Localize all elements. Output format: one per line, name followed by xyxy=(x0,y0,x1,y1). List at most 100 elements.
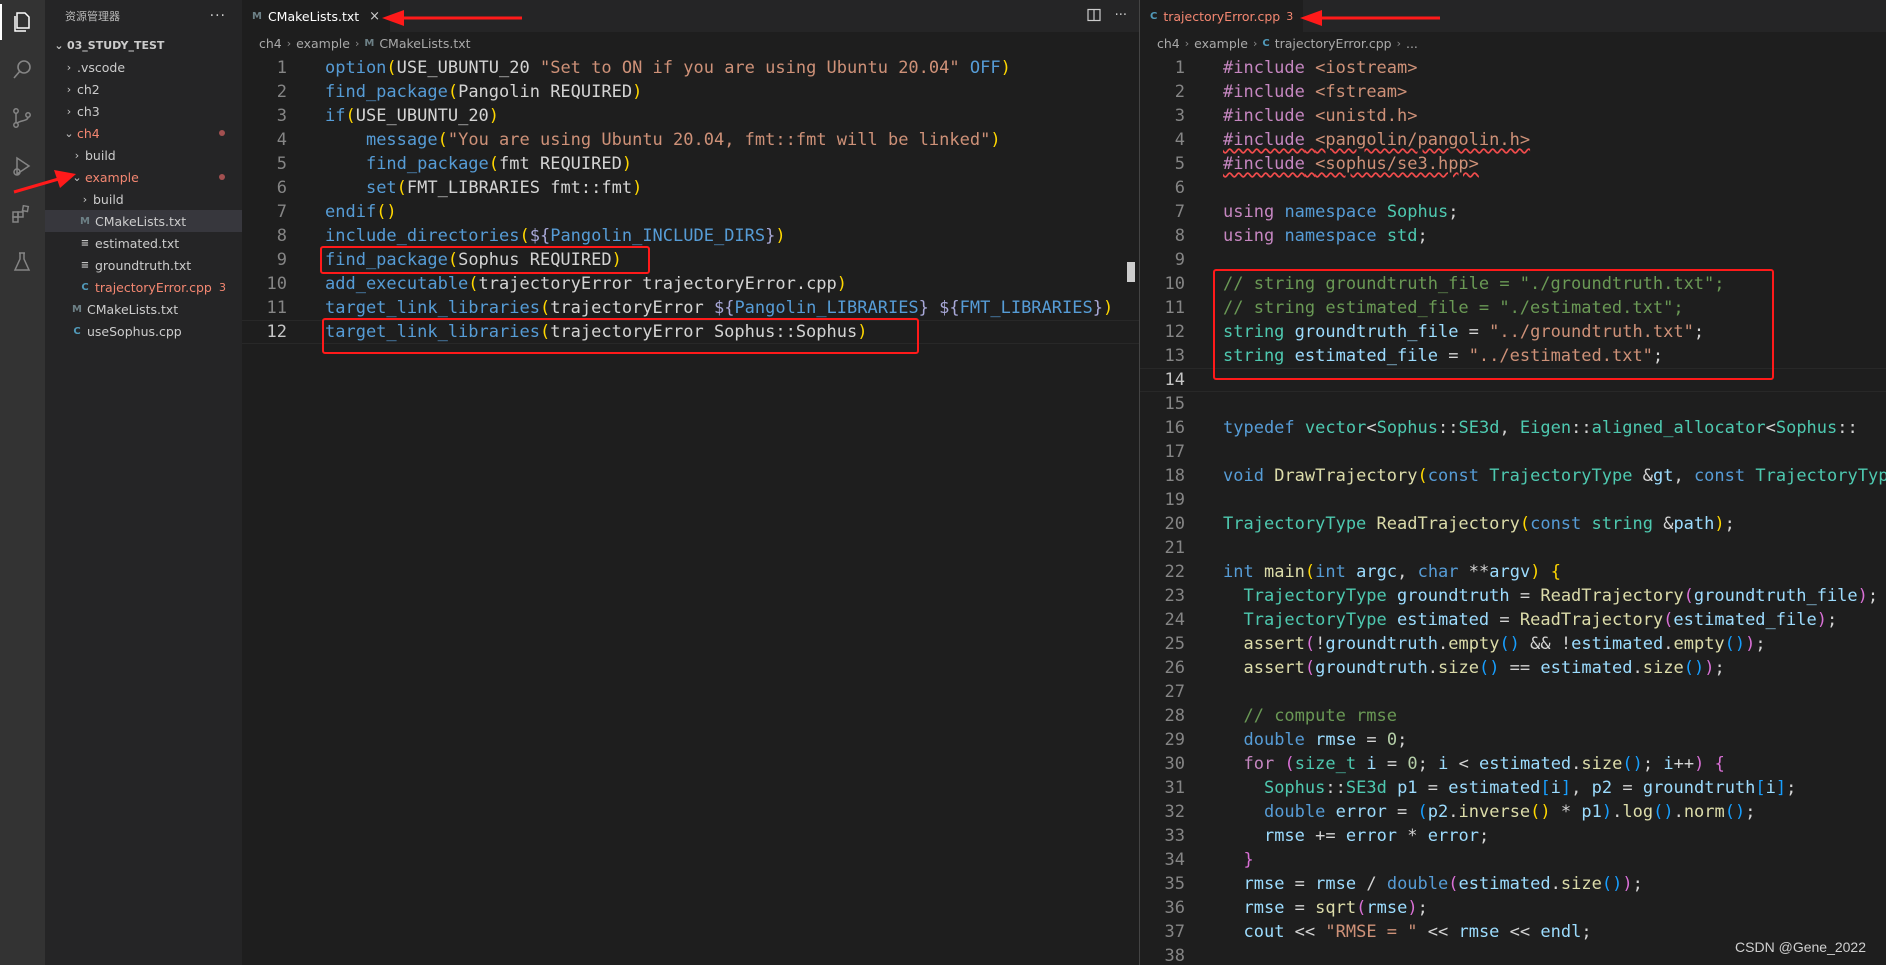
code-line[interactable]: 23 TrajectoryType groundtruth = ReadTraj… xyxy=(1140,584,1886,608)
code-line[interactable]: 4 message("You are using Ubuntu 20.04, f… xyxy=(242,128,1139,152)
code-line[interactable]: 5 #include <sophus/se3.hpp> xyxy=(1140,152,1886,176)
code-line[interactable]: 5 find_package(fmt REQUIRED) xyxy=(242,152,1139,176)
code-line[interactable]: 6 set(FMT_LIBRARIES fmt::fmt) xyxy=(242,176,1139,200)
code-line[interactable]: 36 rmse = sqrt(rmse); xyxy=(1140,896,1886,920)
code-line[interactable]: 27 xyxy=(1140,680,1886,704)
code-line[interactable]: 12 target_link_libraries(trajectoryError … xyxy=(242,320,1139,344)
tree-folder-item[interactable]: › build xyxy=(45,188,242,210)
tree-item-label: CMakeLists.txt xyxy=(87,301,179,317)
code-line[interactable]: 11 target_link_libraries(trajectoryError … xyxy=(242,296,1139,320)
code-line[interactable]: 33 rmse += error * error; xyxy=(1140,824,1886,848)
code-line[interactable]: 1 #include <iostream> xyxy=(1140,56,1886,80)
project-root[interactable]: ⌄ 03_STUDY_TEST xyxy=(45,34,242,56)
tree-file-item[interactable]: ≡ estimated.txt xyxy=(45,232,242,254)
code-line[interactable]: 18 void DrawTrajectory(const TrajectoryTy… xyxy=(1140,464,1886,488)
code-line[interactable]: 34 } xyxy=(1140,848,1886,872)
code-text: add_executable(trajectoryError trajector… xyxy=(325,274,848,294)
tree-folder-item[interactable]: › ch3 xyxy=(45,100,242,122)
more-actions-icon[interactable]: ··· xyxy=(1115,8,1127,26)
code-line[interactable]: 20 TrajectoryType ReadTrajectory(const st… xyxy=(1140,512,1886,536)
code-text: assert(groundtruth.size() == estimated.s… xyxy=(1243,658,1725,678)
flask-icon[interactable] xyxy=(8,248,36,276)
chevron-down-icon: ⌄ xyxy=(64,126,74,140)
tree-folder-item[interactable]: ⌄ example xyxy=(45,166,242,188)
tree-file-item[interactable]: CuseSophus.cpp xyxy=(45,320,242,342)
code-line[interactable]: 7 using namespace Sophus; xyxy=(1140,200,1886,224)
code-line[interactable]: 35 rmse = rmse / double(estimated.size()… xyxy=(1140,872,1886,896)
code-text: typedef vector<Sophus::SE3d, Eigen::alig… xyxy=(1223,418,1858,438)
line-number: 20 xyxy=(1164,514,1185,534)
code-line[interactable]: 17 xyxy=(1140,440,1886,464)
code-line[interactable]: 25 assert(!groundtruth.empty() && !estim… xyxy=(1140,632,1886,656)
tree-folder-item[interactable]: ⌄ ch4 xyxy=(45,122,242,144)
tree-file-item[interactable]: CtrajectoryError.cpp 3 xyxy=(45,276,242,298)
breadcrumb-item[interactable]: ch4 xyxy=(259,36,282,51)
current-line-highlight xyxy=(1140,368,1886,392)
code-text: #include <sophus/se3.hpp> xyxy=(1223,154,1479,174)
code-line[interactable]: 8 using namespace std; xyxy=(1140,224,1886,248)
breadcrumb-item[interactable]: example xyxy=(296,36,350,51)
code-line[interactable]: 13 string estimated_file = "../estimated.… xyxy=(1140,344,1886,368)
code-line[interactable]: 11 // string estimated_file = "./estimate… xyxy=(1140,296,1886,320)
code-line[interactable]: 10 add_executable(trajectoryError traject… xyxy=(242,272,1139,296)
code-line[interactable]: 9 find_package(Sophus REQUIRED) xyxy=(242,248,1139,272)
line-number: 17 xyxy=(1164,442,1185,462)
close-icon[interactable]: × xyxy=(369,9,380,24)
split-editor-icon[interactable] xyxy=(1086,8,1101,26)
files-icon[interactable] xyxy=(0,4,36,40)
code-line[interactable]: 2 #include <fstream> xyxy=(1140,80,1886,104)
line-number: 19 xyxy=(1164,490,1185,510)
breadcrumb-item[interactable]: trajectoryError.cpp xyxy=(1275,36,1392,51)
code-line[interactable]: 4 #include <pangolin/pangolin.h> xyxy=(1140,128,1886,152)
code-line[interactable]: 32 double error = (p2.inverse() * p1).lo… xyxy=(1140,800,1886,824)
breadcrumb-item[interactable]: example xyxy=(1194,36,1248,51)
code-line[interactable]: 15 xyxy=(1140,392,1886,416)
code-line[interactable]: 14 xyxy=(1140,368,1886,392)
tree-file-item[interactable]: M CMakeLists.txt xyxy=(45,298,242,320)
code-line[interactable]: 9 xyxy=(1140,248,1886,272)
tree-folder-item[interactable]: › .vscode xyxy=(45,56,242,78)
code-editor-cmake[interactable]: 1 option(USE_UBUNTU_20 "Set to ON if you … xyxy=(242,56,1139,344)
code-line[interactable]: 10 // string groundtruth_file = "./ground… xyxy=(1140,272,1886,296)
code-editor-cpp[interactable]: 1 #include <iostream> 2 #include <fstream> 3… xyxy=(1140,56,1886,965)
code-line[interactable]: 6 xyxy=(1140,176,1886,200)
tree-file-item[interactable]: ≡ groundtruth.txt xyxy=(45,254,242,276)
tab-trajectoryerror[interactable]: C trajectoryError.cpp 3 xyxy=(1140,0,1304,32)
code-line[interactable]: 24 TrajectoryType estimated = ReadTrajec… xyxy=(1140,608,1886,632)
breadcrumb-item[interactable]: ... xyxy=(1406,36,1418,51)
code-text: endif() xyxy=(325,202,397,222)
line-number: 23 xyxy=(1164,586,1185,606)
code-line[interactable]: 28 // compute rmse xyxy=(1140,704,1886,728)
code-line[interactable]: 30 for (size_t i = 0; i < estimated.size… xyxy=(1140,752,1886,776)
source-control-icon[interactable] xyxy=(8,104,36,132)
code-line[interactable]: 19 xyxy=(1140,488,1886,512)
code-line[interactable]: 3 if(USE_UBUNTU_20) xyxy=(242,104,1139,128)
tab-cmakelists[interactable]: M CMakeLists.txt × xyxy=(242,0,391,32)
breadcrumb-item[interactable]: CMakeLists.txt xyxy=(379,36,470,51)
line-number: 24 xyxy=(1164,610,1185,630)
tree-file-item[interactable]: M CMakeLists.txt xyxy=(45,210,242,232)
code-line[interactable]: 29 double rmse = 0; xyxy=(1140,728,1886,752)
code-text: target_link_libraries(trajectoryError So… xyxy=(325,322,868,342)
code-line[interactable]: 22 int main(int argc, char **argv) { xyxy=(1140,560,1886,584)
search-icon[interactable] xyxy=(8,56,36,84)
code-line[interactable]: 3 #include <unistd.h> xyxy=(1140,104,1886,128)
tree-item-label: ch3 xyxy=(77,103,100,119)
code-line[interactable]: 2 find_package(Pangolin REQUIRED) xyxy=(242,80,1139,104)
code-line[interactable]: 8 include_directories(${Pangolin_INCLUDE_… xyxy=(242,224,1139,248)
extensions-icon[interactable] xyxy=(8,200,36,228)
code-line[interactable]: 7 endif() xyxy=(242,200,1139,224)
explorer-sidebar: 资源管理器 ··· ⌄ 03_STUDY_TEST › .vscode › ch2 › c… xyxy=(45,0,242,965)
code-line[interactable]: 12 string groundtruth_file = "../groundtr… xyxy=(1140,320,1886,344)
more-actions-icon[interactable]: ··· xyxy=(210,8,226,24)
code-line[interactable]: 26 assert(groundtruth.size() == estimate… xyxy=(1140,656,1886,680)
tree-folder-item[interactable]: › ch2 xyxy=(45,78,242,100)
tree-folder-item[interactable]: › build xyxy=(45,144,242,166)
run-debug-icon[interactable] xyxy=(8,152,36,180)
breadcrumb-item[interactable]: ch4 xyxy=(1157,36,1180,51)
line-number: 16 xyxy=(1164,418,1185,438)
code-line[interactable]: 1 option(USE_UBUNTU_20 "Set to ON if you … xyxy=(242,56,1139,80)
code-line[interactable]: 21 xyxy=(1140,536,1886,560)
code-line[interactable]: 31 Sophus::SE3d p1 = estimated[i], p2 = … xyxy=(1140,776,1886,800)
code-line[interactable]: 16 typedef vector<Sophus::SE3d, Eigen::al… xyxy=(1140,416,1886,440)
